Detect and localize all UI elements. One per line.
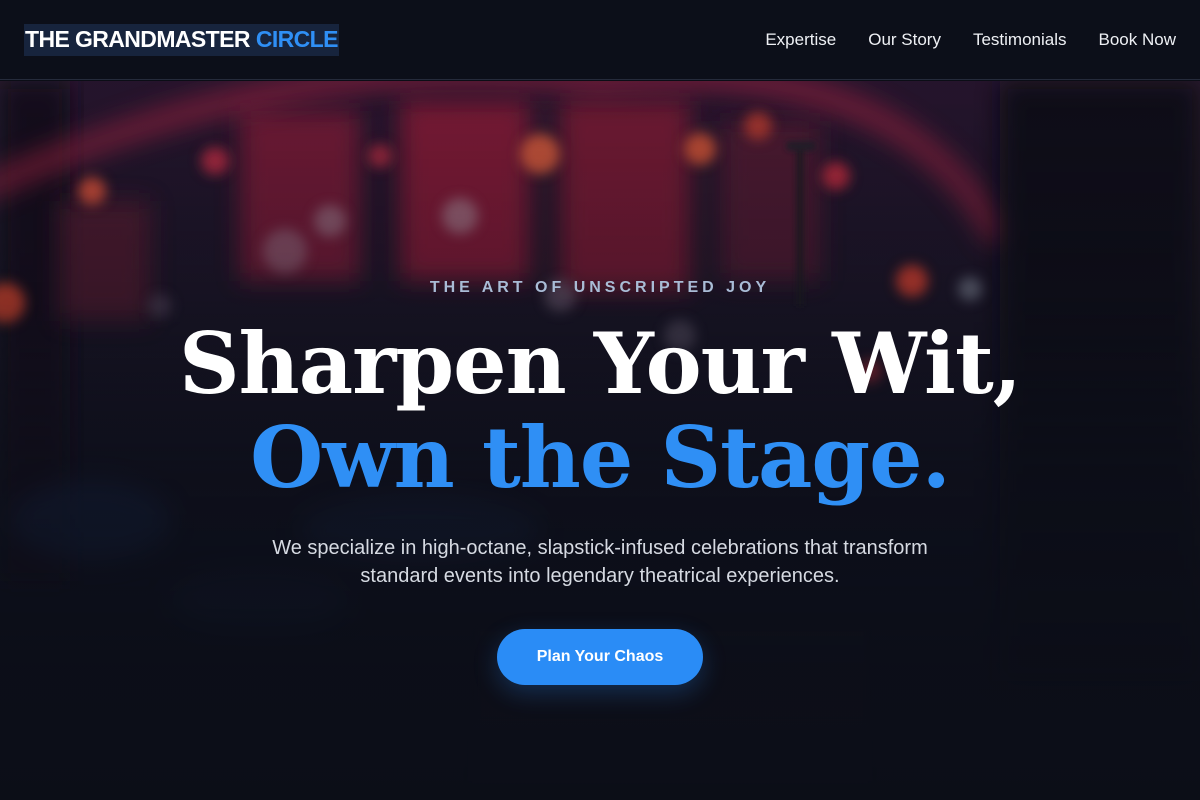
hero-content: THE ART OF UNSCRIPTED JOY Sharpen Your W…: [0, 81, 1200, 800]
hero-headline: Sharpen Your Wit, Own the Stage.: [0, 317, 1200, 505]
nav-link-testimonials[interactable]: Testimonials: [973, 30, 1067, 50]
brand-name-accent: CIRCLE: [255, 26, 339, 52]
nav-link-expertise[interactable]: Expertise: [765, 30, 836, 50]
plan-your-chaos-button[interactable]: Plan Your Chaos: [497, 629, 703, 685]
brand-logo[interactable]: THE GRANDMASTER CIRCLE: [24, 23, 339, 56]
hero-eyebrow: THE ART OF UNSCRIPTED JOY: [429, 279, 771, 296]
hero-headline-line2: Own the Stage.: [250, 408, 951, 507]
brand-name-primary: THE GRANDMASTER: [25, 26, 250, 52]
main-nav: Expertise Our Story Testimonials Book No…: [765, 30, 1176, 50]
nav-link-book-now[interactable]: Book Now: [1099, 30, 1176, 50]
site-header: THE GRANDMASTER CIRCLE Expertise Our Sto…: [0, 0, 1200, 80]
hero-headline-line1: Sharpen Your Wit,: [179, 314, 1022, 413]
hero-section: THE ART OF UNSCRIPTED JOY Sharpen Your W…: [0, 81, 1200, 800]
nav-link-our-story[interactable]: Our Story: [868, 30, 941, 50]
hero-subtext: We specialize in high-octane, slapstick-…: [272, 537, 928, 587]
